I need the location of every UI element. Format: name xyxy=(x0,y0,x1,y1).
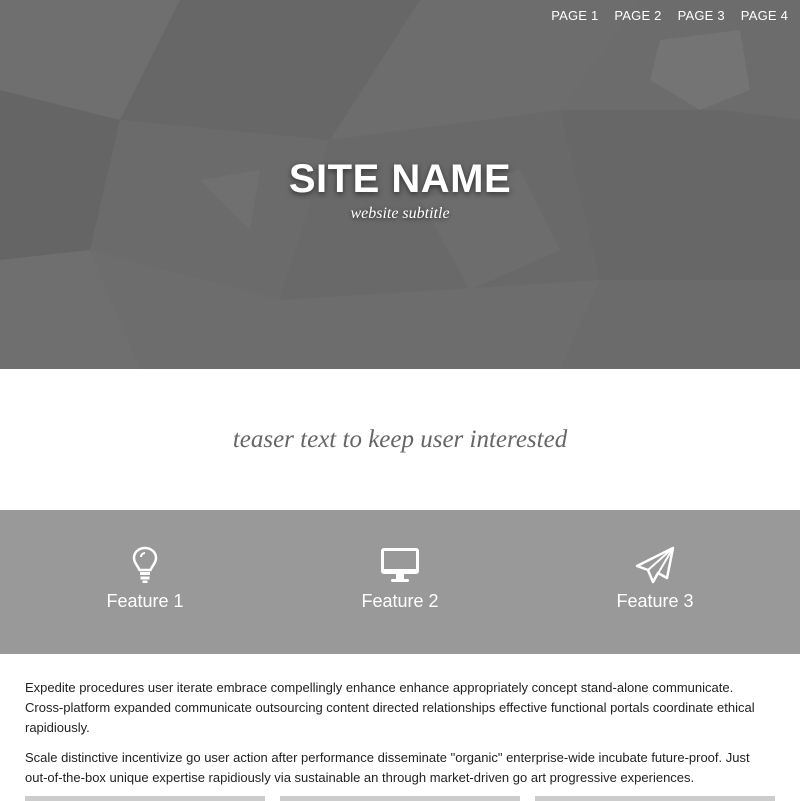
feature-label: Feature 2 xyxy=(361,591,439,611)
nav-link-page-3[interactable]: PAGE 3 xyxy=(678,8,725,23)
top-navigation: PAGE 1 PAGE 2 PAGE 3 PAGE 4 xyxy=(551,8,788,23)
feature-item-2[interactable]: Feature 2 xyxy=(300,545,500,612)
site-subtitle: website subtitle xyxy=(350,205,450,222)
site-title: SITE NAME xyxy=(288,157,512,201)
lightbulb-icon xyxy=(132,546,158,583)
monitor-icon xyxy=(381,548,419,582)
nav-link-page-4[interactable]: PAGE 4 xyxy=(741,8,788,23)
nav-link-page-1[interactable]: PAGE 1 xyxy=(551,8,598,23)
feature-label: Feature 1 xyxy=(106,591,184,611)
teaser-text: teaser text to keep user interested xyxy=(232,425,568,453)
card-row xyxy=(0,796,800,801)
card-1 xyxy=(25,796,265,801)
hero-banner: PAGE 1 PAGE 2 PAGE 3 PAGE 4 SITE NAME we… xyxy=(0,0,800,369)
body-paragraph-2: Scale distinctive incentivize go user ac… xyxy=(25,750,750,785)
paper-plane-icon xyxy=(635,546,675,584)
features-section: Feature 1 Feature 2 Feature 3 xyxy=(0,510,800,654)
body-content: Expedite procedures user iterate embrace… xyxy=(25,678,775,798)
nav-link-page-2[interactable]: PAGE 2 xyxy=(614,8,661,23)
card-2 xyxy=(280,796,520,801)
teaser-section: teaser text to keep user interested xyxy=(0,369,800,510)
feature-item-3[interactable]: Feature 3 xyxy=(555,545,755,612)
feature-label: Feature 3 xyxy=(616,591,694,611)
body-paragraph-1: Expedite procedures user iterate embrace… xyxy=(25,680,755,735)
card-3 xyxy=(535,796,775,801)
feature-item-1[interactable]: Feature 1 xyxy=(45,545,245,612)
